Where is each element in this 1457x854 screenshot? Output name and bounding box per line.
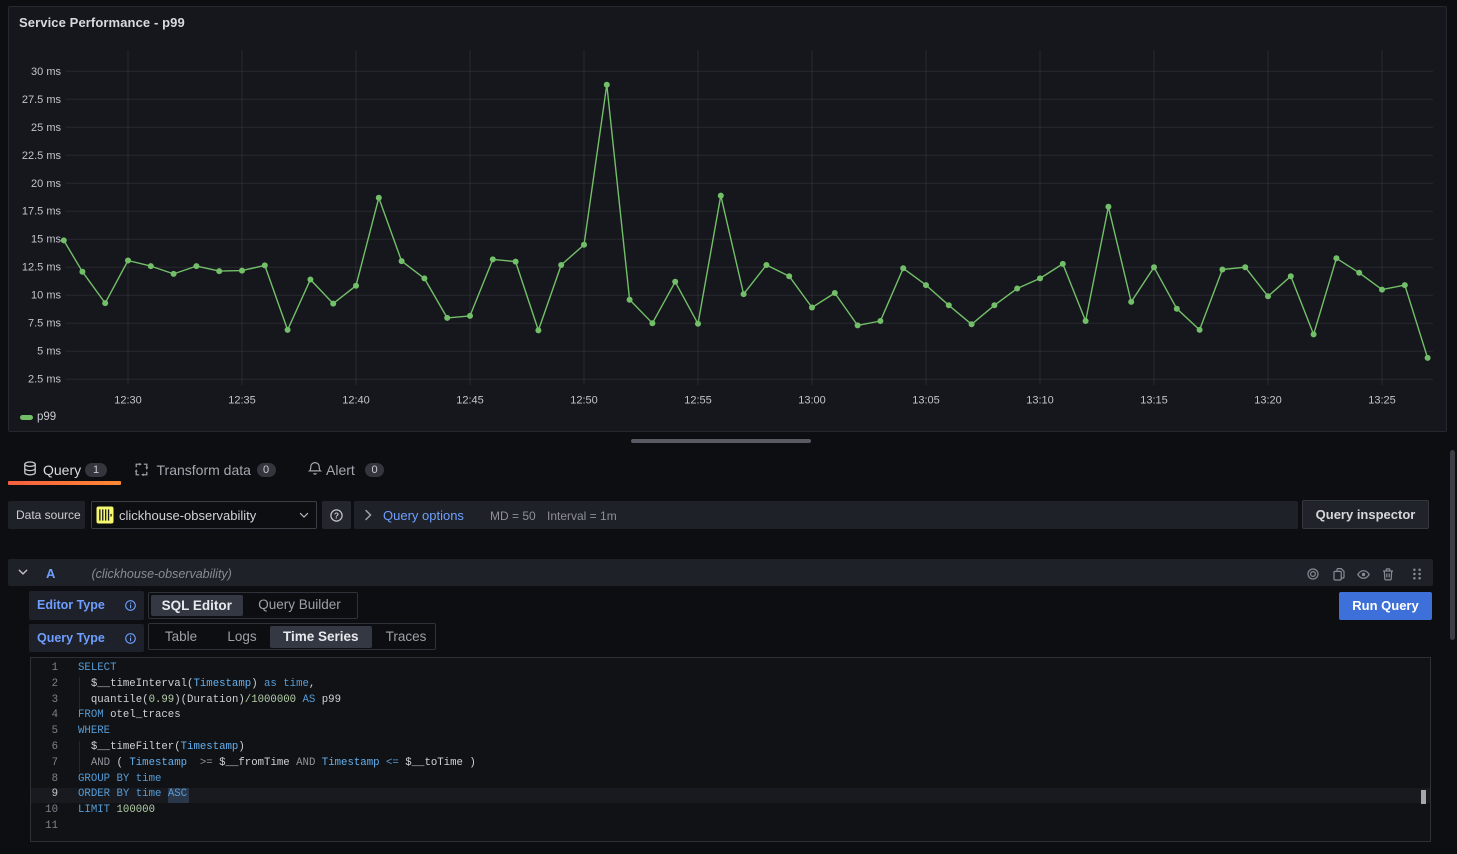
svg-text:12:45: 12:45 [456, 395, 484, 407]
svg-text:13:10: 13:10 [1026, 395, 1054, 407]
svg-text:15 ms: 15 ms [31, 234, 61, 246]
svg-text:13:15: 13:15 [1140, 395, 1168, 407]
svg-text:13:20: 13:20 [1254, 395, 1282, 407]
svg-text:10 ms: 10 ms [31, 290, 61, 302]
svg-text:12:35: 12:35 [228, 395, 256, 407]
svg-text:12:40: 12:40 [342, 395, 370, 407]
svg-text:12:50: 12:50 [570, 395, 598, 407]
svg-text:25 ms: 25 ms [31, 122, 61, 134]
svg-text:22.5 ms: 22.5 ms [22, 150, 62, 162]
svg-text:?: ? [334, 510, 339, 520]
svg-text:12:30: 12:30 [114, 395, 142, 407]
svg-text:2.5 ms: 2.5 ms [28, 374, 62, 386]
svg-text:13:00: 13:00 [798, 395, 826, 407]
svg-text:27.5 ms: 27.5 ms [22, 94, 62, 106]
svg-text:12:55: 12:55 [684, 395, 712, 407]
svg-text:13:25: 13:25 [1368, 395, 1396, 407]
svg-text:17.5 ms: 17.5 ms [22, 206, 62, 218]
svg-text:30 ms: 30 ms [31, 66, 61, 78]
svg-text:7.5 ms: 7.5 ms [28, 318, 62, 330]
svg-text:5 ms: 5 ms [37, 346, 61, 358]
svg-text:13:05: 13:05 [912, 395, 940, 407]
svg-text:20 ms: 20 ms [31, 178, 61, 190]
svg-text:12.5 ms: 12.5 ms [22, 262, 62, 274]
